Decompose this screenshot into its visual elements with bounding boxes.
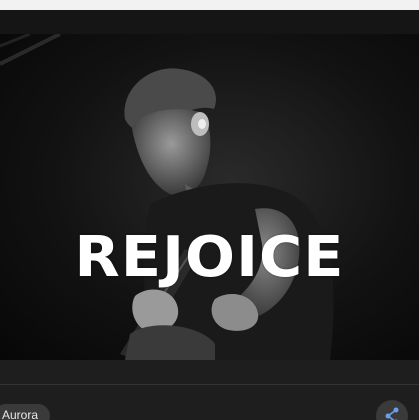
divider [0,384,419,385]
header-bar [0,10,419,34]
bottom-bar [0,360,419,420]
artist-chip[interactable]: Aurora [0,404,51,420]
top-strip [0,0,419,10]
share-icon [385,407,399,420]
video-thumbnail[interactable]: REJOICE [0,34,419,360]
video-title-overlay: REJOICE [74,225,345,290]
artist-chip-label: Aurora [2,408,39,420]
performer-silhouette [0,34,334,360]
page: REJOICE Aurora [0,0,419,420]
